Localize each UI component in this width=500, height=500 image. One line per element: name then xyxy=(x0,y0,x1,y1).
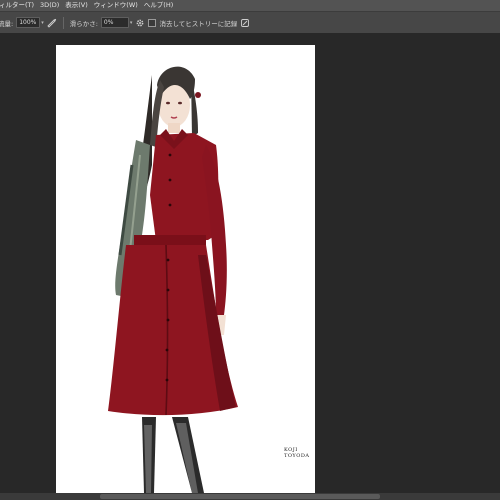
flow-dropdown-icon[interactable]: ▾ xyxy=(41,20,44,26)
gear-icon[interactable] xyxy=(135,18,145,28)
canvas-area[interactable]: KOJI TOYODA xyxy=(0,33,500,493)
menu-help[interactable]: ヘルプ(H) xyxy=(141,0,176,11)
smoothing-dropdown-icon[interactable]: ▾ xyxy=(130,20,133,26)
menu-filter[interactable]: ィルター(T) xyxy=(0,0,37,11)
options-bar: 流量: 100% ▾ 滑らかさ: 0% ▾ 消去してヒストリーに記録 xyxy=(0,11,500,34)
flow-label: 流量: xyxy=(0,19,14,28)
pressure-icon[interactable] xyxy=(240,18,250,28)
history-label: 消去してヒストリーに記録 xyxy=(159,19,238,28)
menu-window[interactable]: ウィンドウ(W) xyxy=(91,0,141,11)
menu-view[interactable]: 表示(V) xyxy=(62,0,91,11)
smoothing-label: 滑らかさ: xyxy=(69,19,98,28)
artist-signature: KOJI TOYODA xyxy=(284,447,310,459)
history-checkbox[interactable] xyxy=(148,18,157,27)
document-canvas[interactable]: KOJI TOYODA xyxy=(56,45,315,493)
smoothing-input[interactable]: 0% xyxy=(100,17,129,28)
airbrush-icon[interactable] xyxy=(47,18,57,28)
menu-bar: ィルター(T) 3D(D) 表示(V) ウィンドウ(W) ヘルプ(H) xyxy=(0,0,500,11)
horizontal-scrollbar[interactable] xyxy=(0,493,500,500)
options-divider xyxy=(62,16,64,29)
scrollbar-thumb[interactable] xyxy=(100,494,380,499)
flow-input[interactable]: 100% xyxy=(16,17,41,28)
fashion-illustration xyxy=(108,66,238,493)
menu-3d[interactable]: 3D(D) xyxy=(37,0,62,11)
